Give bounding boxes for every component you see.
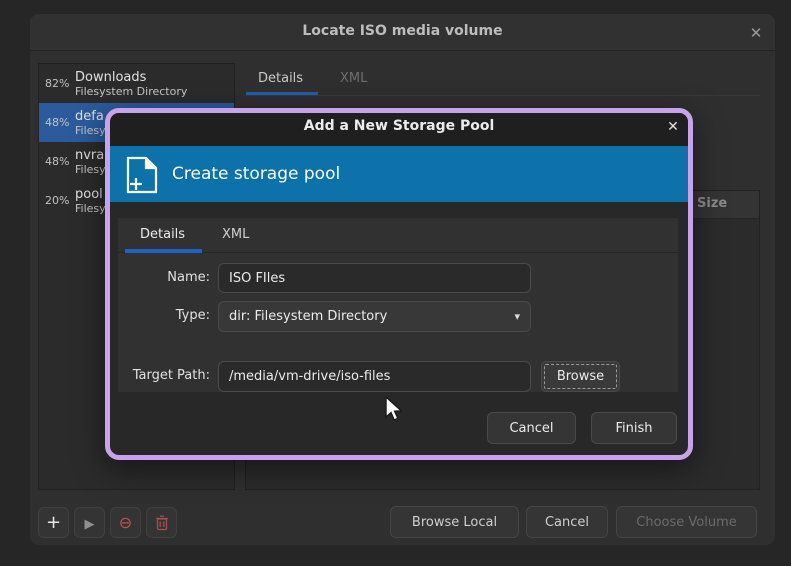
- pool-usage: 48%: [45, 116, 75, 129]
- stop-pool-button[interactable]: ⊖: [110, 507, 141, 538]
- dialog-tab-separator: [118, 252, 678, 253]
- stop-icon: ⊖: [119, 513, 132, 532]
- tab-details[interactable]: Details: [258, 71, 303, 91]
- start-pool-button[interactable]: ▶: [74, 507, 105, 538]
- plus-icon: +: [46, 512, 61, 533]
- pool-name: Downloads: [75, 70, 187, 85]
- pool-type: Filesy: [75, 124, 106, 137]
- target-path-input[interactable]: [218, 361, 531, 392]
- type-dropdown[interactable]: dir: Filesystem Directory ▾: [218, 301, 531, 332]
- pool-name: defa: [75, 109, 106, 124]
- browse-button[interactable]: Browse: [541, 361, 620, 392]
- pool-name: nvra: [75, 148, 106, 163]
- dialog-close-icon[interactable]: ✕: [662, 116, 684, 138]
- pool-usage: 82%: [45, 77, 75, 90]
- mouse-cursor: [383, 396, 407, 426]
- pool-type: Filesy: [75, 163, 106, 176]
- cancel-button[interactable]: Cancel: [526, 506, 608, 538]
- browse-local-button[interactable]: Browse Local: [390, 506, 519, 538]
- tab-separator: [246, 95, 760, 96]
- banner-text: Create storage pool: [172, 164, 340, 184]
- dialog-title: Add a New Storage Pool: [110, 118, 688, 134]
- screen: Locate ISO media volume ✕ Details XML 82…: [0, 0, 791, 566]
- tab-xml[interactable]: XML: [340, 71, 367, 91]
- name-label: Name:: [110, 270, 210, 288]
- dialog-active-tab-underline: [125, 249, 202, 253]
- dialog-finish-button[interactable]: Finish: [591, 412, 677, 444]
- active-tab-underline: [246, 92, 318, 95]
- pool-name: pool: [75, 187, 106, 202]
- type-value: dir: Filesystem Directory: [229, 309, 387, 324]
- size-column-header[interactable]: Size: [697, 196, 727, 211]
- pool-type: Filesystem Directory: [75, 85, 187, 98]
- delete-pool-button[interactable]: [146, 507, 177, 538]
- type-label: Type:: [110, 308, 210, 326]
- pool-row-downloads[interactable]: 82% Downloads Filesystem Directory: [39, 64, 234, 103]
- pool-type: Filesy: [75, 202, 106, 215]
- target-path-label: Target Path:: [110, 368, 210, 386]
- chevron-down-icon: ▾: [514, 310, 520, 323]
- new-document-icon: [124, 154, 160, 200]
- add-pool-button[interactable]: +: [38, 507, 69, 538]
- dialog-tab-xml[interactable]: XML: [222, 227, 249, 247]
- pool-usage: 48%: [45, 155, 75, 168]
- name-input[interactable]: [218, 263, 531, 293]
- trash-icon: [155, 516, 169, 535]
- window-close-icon[interactable]: ✕: [744, 21, 768, 45]
- dialog-cancel-button[interactable]: Cancel: [487, 412, 576, 444]
- window-title: Locate ISO media volume: [30, 23, 775, 39]
- choose-volume-button: Choose Volume: [616, 506, 757, 538]
- dialog-tab-details[interactable]: Details: [140, 227, 185, 247]
- dialog-banner: Create storage pool: [110, 146, 688, 202]
- pool-usage: 20%: [45, 194, 75, 207]
- play-icon: ▶: [85, 517, 95, 532]
